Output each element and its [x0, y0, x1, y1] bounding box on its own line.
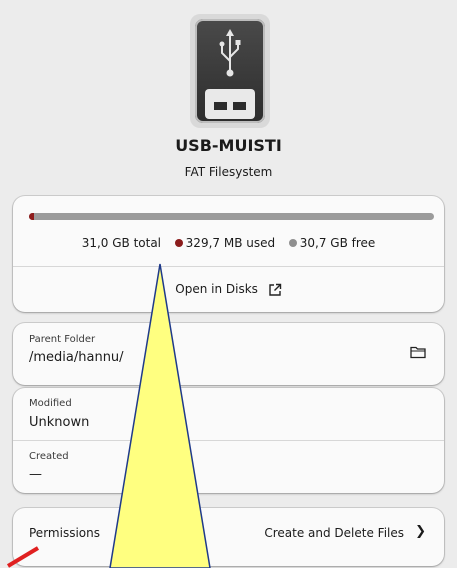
free-dot-icon	[288, 238, 297, 247]
parent-folder-row[interactable]: Parent Folder /media/hannu/	[13, 323, 444, 385]
parent-folder-label: Parent Folder	[29, 334, 96, 345]
external-link-icon	[269, 283, 281, 296]
usage-bar	[29, 213, 434, 220]
device-title: USB-MUISTI	[175, 136, 282, 155]
open-in-disks-label: Open in Disks	[175, 282, 258, 296]
free-size: 30,7 GB free	[299, 236, 376, 250]
usb-drive-icon	[190, 14, 270, 128]
filesystem-label: FAT Filesystem	[184, 165, 273, 179]
permissions-value: Create and Delete Files	[264, 526, 404, 540]
permissions-label: Permissions	[29, 526, 100, 540]
permissions-row[interactable]: Permissions Create and Delete Files ❯	[13, 508, 444, 566]
dates-card: Modified Unknown Created —	[13, 388, 444, 493]
chevron-right-icon: ❯	[415, 524, 426, 539]
used-size: 329,7 MB used	[185, 236, 276, 250]
divider	[13, 440, 444, 441]
created-label: Created	[29, 451, 69, 462]
modified-label: Modified	[29, 398, 72, 409]
header: USB-MUISTI FAT Filesystem	[0, 0, 457, 185]
modified-value: Unknown	[29, 415, 90, 430]
total-size: 31,0 GB total	[81, 236, 162, 250]
divider	[13, 266, 444, 267]
usb-symbol-icon	[219, 29, 241, 77]
folder-icon[interactable]	[410, 345, 426, 359]
open-in-disks-button[interactable]: Open in Disks	[13, 282, 444, 297]
created-value: —	[29, 467, 42, 482]
used-dot-icon	[174, 238, 183, 247]
usb-plug	[205, 89, 255, 119]
parent-folder-value: /media/hannu/	[29, 350, 124, 365]
usage-legend: 31,0 GB total 329,7 MB used 30,7 GB free	[13, 236, 444, 250]
usage-bar-used	[29, 213, 34, 220]
usage-card: 31,0 GB total 329,7 MB used 30,7 GB free…	[13, 196, 444, 312]
